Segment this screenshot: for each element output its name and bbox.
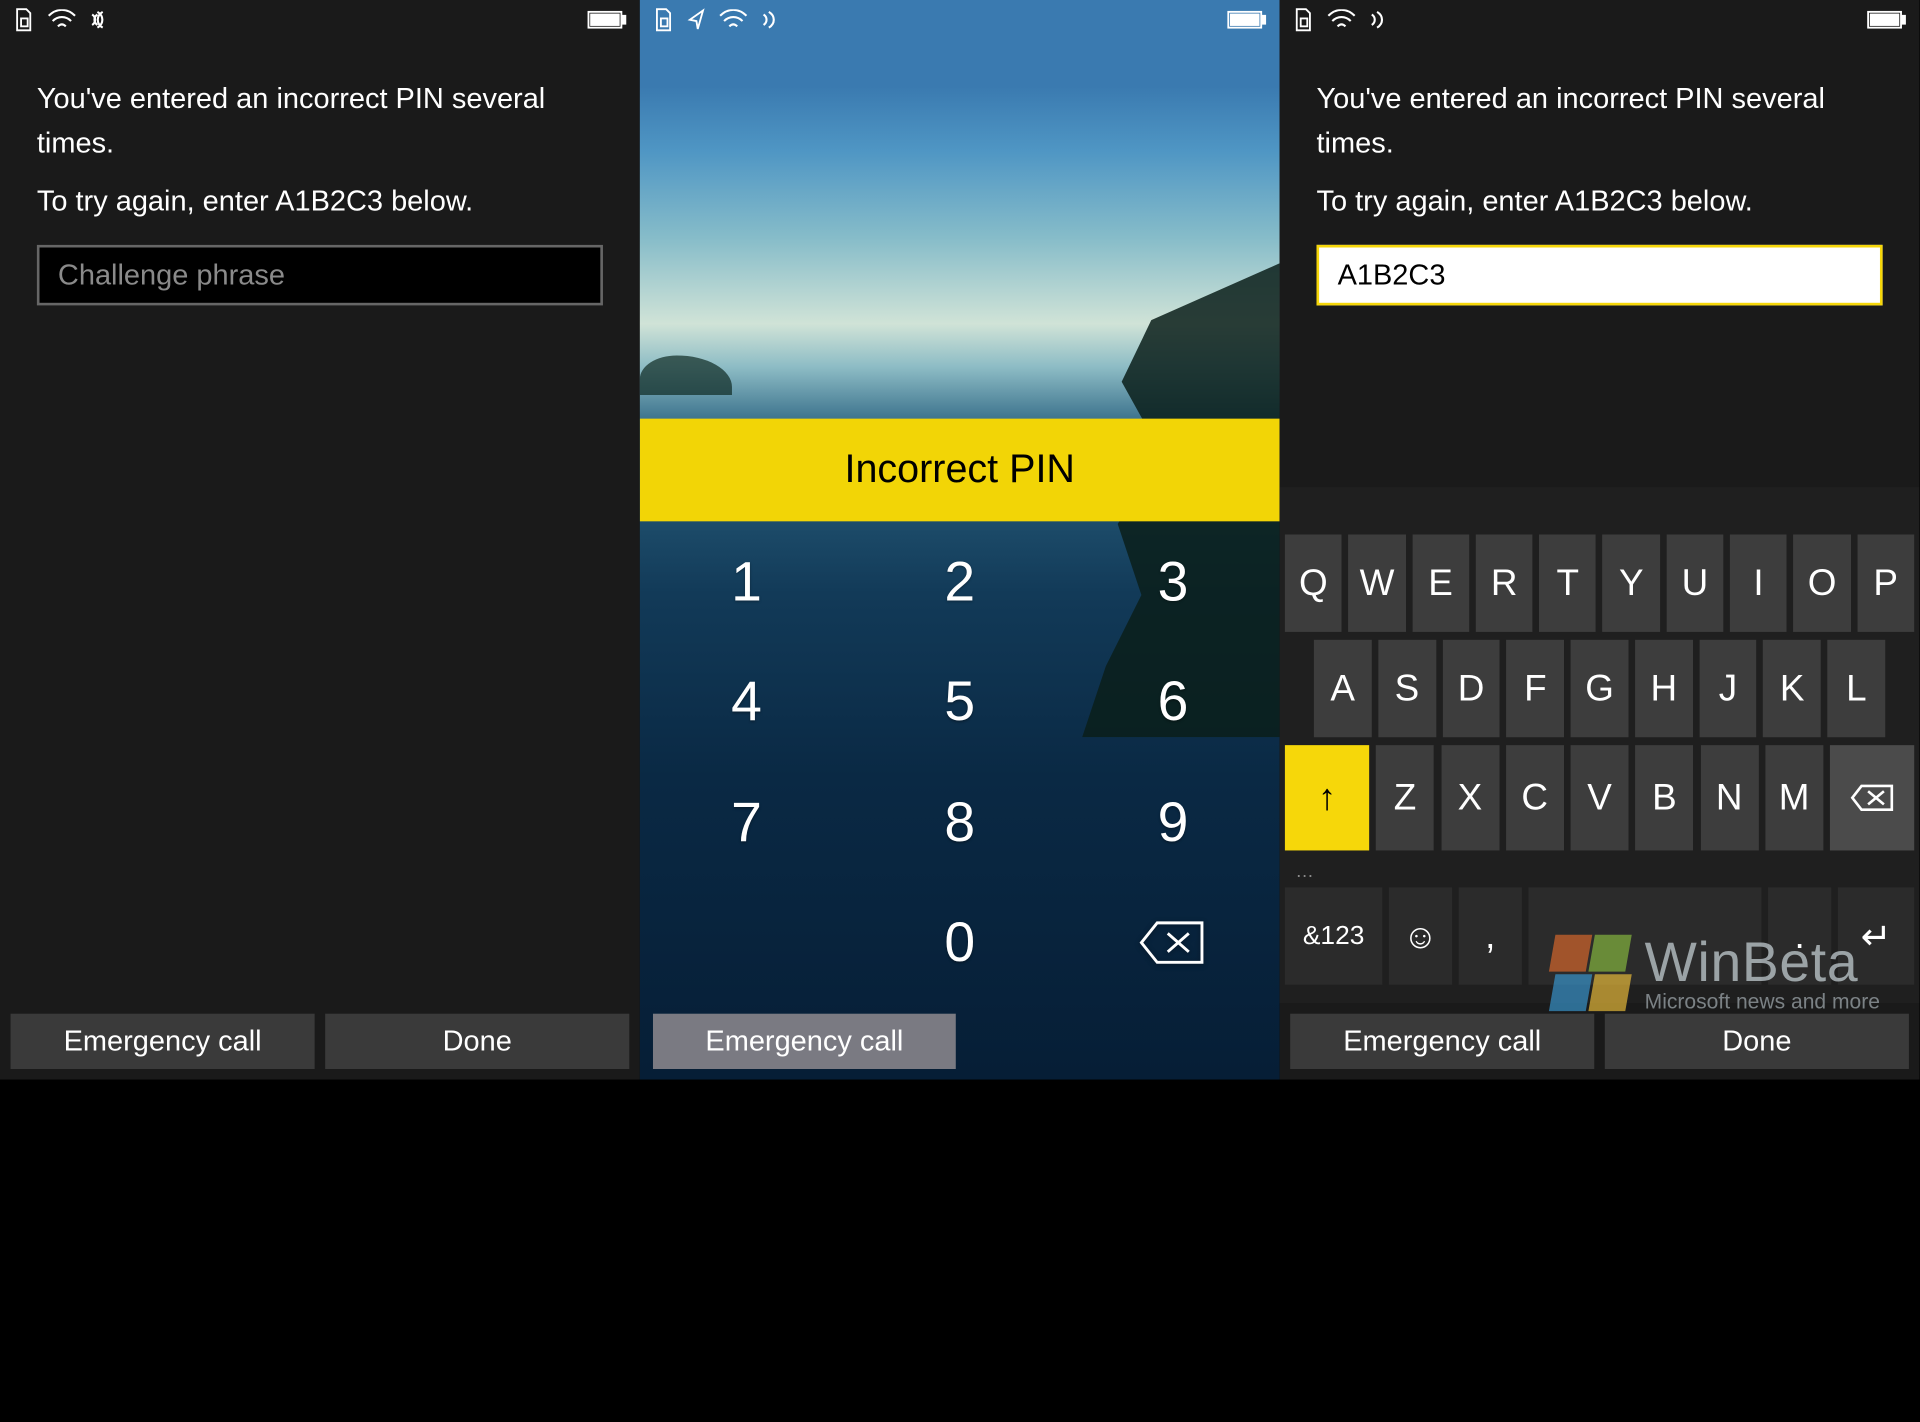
vibrate-icon: [90, 9, 119, 30]
kb-key-z[interactable]: Z: [1376, 745, 1434, 850]
kb-row-1: QWERTYUIOP: [1285, 534, 1914, 631]
kb-key-x[interactable]: X: [1441, 745, 1499, 850]
kb-key-u[interactable]: U: [1666, 534, 1723, 631]
challenge-input[interactable]: [37, 245, 603, 306]
numpad-key-0[interactable]: 0: [853, 883, 1066, 1003]
sim-icon: [1293, 8, 1314, 32]
backspace-icon: [1139, 921, 1207, 966]
status-bar: [0, 0, 640, 37]
kb-shift[interactable]: ↑: [1285, 745, 1369, 850]
kb-key-t[interactable]: T: [1539, 534, 1596, 631]
bottom-bar: Emergency call Done: [0, 1003, 640, 1079]
lockout-message: You've entered an incorrect PIN several …: [0, 37, 640, 224]
emergency-call-button[interactable]: Emergency call: [1290, 1014, 1594, 1069]
battery-icon: [1227, 11, 1266, 29]
numpad-key-3[interactable]: 3: [1066, 521, 1279, 641]
kb-comma[interactable]: ,: [1459, 887, 1522, 984]
kb-key-g[interactable]: G: [1571, 640, 1629, 737]
kb-key-s[interactable]: S: [1378, 640, 1436, 737]
done-button[interactable]: Done: [325, 1014, 629, 1069]
numpad-key-8[interactable]: 8: [853, 762, 1066, 882]
kb-emoji[interactable]: ☺: [1389, 887, 1452, 984]
bg-island: [640, 355, 732, 394]
wifi-icon: [719, 9, 748, 30]
bottom-bar: Emergency call: [640, 1003, 1280, 1079]
kb-row-4: &123 ☺ , . ↵: [1285, 887, 1914, 984]
status-bar: [1280, 0, 1920, 37]
kb-key-a[interactable]: A: [1314, 640, 1372, 737]
kb-key-e[interactable]: E: [1412, 534, 1469, 631]
onscreen-keyboard: QWERTYUIOP ASDFGHJKL ↑ ZXCVBNM … &123 ☺ …: [1280, 487, 1920, 1003]
numpad-blank: [640, 883, 853, 1003]
kb-key-n[interactable]: N: [1700, 745, 1758, 850]
kb-key-p[interactable]: P: [1857, 534, 1914, 631]
kb-suggestion-row: …: [1293, 858, 1906, 882]
kb-symbols[interactable]: &123: [1285, 887, 1382, 984]
numpad-key-5[interactable]: 5: [853, 642, 1066, 762]
wifi-icon: [47, 9, 76, 30]
numpad-backspace[interactable]: [1066, 883, 1279, 1003]
emergency-call-button[interactable]: Emergency call: [653, 1014, 956, 1069]
kb-key-d[interactable]: D: [1442, 640, 1500, 737]
kb-key-q[interactable]: Q: [1285, 534, 1342, 631]
sim-icon: [13, 8, 34, 32]
battery-icon: [587, 11, 626, 29]
numpad-key-4[interactable]: 4: [640, 642, 853, 762]
battery-icon: [1867, 11, 1906, 29]
kb-key-y[interactable]: Y: [1603, 534, 1660, 631]
kb-key-v[interactable]: V: [1571, 745, 1629, 850]
kb-space[interactable]: [1528, 887, 1761, 984]
kb-key-k[interactable]: K: [1763, 640, 1821, 737]
done-button[interactable]: Done: [1605, 1014, 1909, 1069]
numpad-key-6[interactable]: 6: [1066, 642, 1279, 762]
emergency-call-button[interactable]: Emergency call: [11, 1014, 315, 1069]
kb-key-i[interactable]: I: [1730, 534, 1787, 631]
sim-icon: [653, 8, 674, 32]
backspace-icon: [1850, 783, 1895, 812]
kb-enter[interactable]: ↵: [1838, 887, 1914, 984]
status-bar: [640, 0, 1280, 37]
kb-key-f[interactable]: F: [1507, 640, 1565, 737]
lockout-message: You've entered an incorrect PIN several …: [1280, 37, 1920, 224]
challenge-input[interactable]: [1317, 245, 1883, 306]
kb-key-w[interactable]: W: [1348, 534, 1405, 631]
kb-key-m[interactable]: M: [1765, 745, 1823, 850]
phone-screen-1: You've entered an incorrect PIN several …: [0, 0, 640, 1080]
kb-key-l[interactable]: L: [1828, 640, 1886, 737]
kb-key-h[interactable]: H: [1635, 640, 1693, 737]
kb-key-r[interactable]: R: [1476, 534, 1533, 631]
lockout-line1: You've entered an incorrect PIN several …: [37, 76, 603, 166]
phone-screen-3: You've entered an incorrect PIN several …: [1280, 0, 1920, 1080]
kb-key-o[interactable]: O: [1794, 534, 1851, 631]
kb-key-b[interactable]: B: [1635, 745, 1693, 850]
wifi-icon: [1327, 9, 1356, 30]
lockout-line2: To try again, enter A1B2C3 below.: [37, 179, 603, 224]
kb-row-2: ASDFGHJKL: [1285, 640, 1914, 737]
bottom-bar: Emergency callDone: [1280, 1003, 1920, 1079]
kb-row-3: ↑ ZXCVBNM: [1285, 745, 1914, 850]
location-icon: [687, 8, 705, 32]
vibrate-icon: [761, 9, 790, 30]
pin-numpad: 1 2 3 4 5 6 7 8 9 0: [640, 521, 1280, 1003]
numpad-key-2[interactable]: 2: [853, 521, 1066, 641]
lockout-line2: To try again, enter A1B2C3 below.: [1317, 179, 1883, 224]
kb-period[interactable]: .: [1768, 887, 1831, 984]
kb-key-c[interactable]: C: [1506, 745, 1564, 850]
kb-key-j[interactable]: J: [1699, 640, 1757, 737]
numpad-key-1[interactable]: 1: [640, 521, 853, 641]
lockout-line1: You've entered an incorrect PIN several …: [1317, 76, 1883, 166]
vibrate-icon: [1369, 9, 1398, 30]
numpad-key-7[interactable]: 7: [640, 762, 853, 882]
incorrect-pin-banner: Incorrect PIN: [640, 419, 1280, 522]
numpad-key-9[interactable]: 9: [1066, 762, 1279, 882]
phone-screen-2: Incorrect PIN 1 2 3 4 5 6 7 8 9 0 Emerge…: [640, 0, 1280, 1080]
kb-backspace[interactable]: [1830, 745, 1914, 850]
